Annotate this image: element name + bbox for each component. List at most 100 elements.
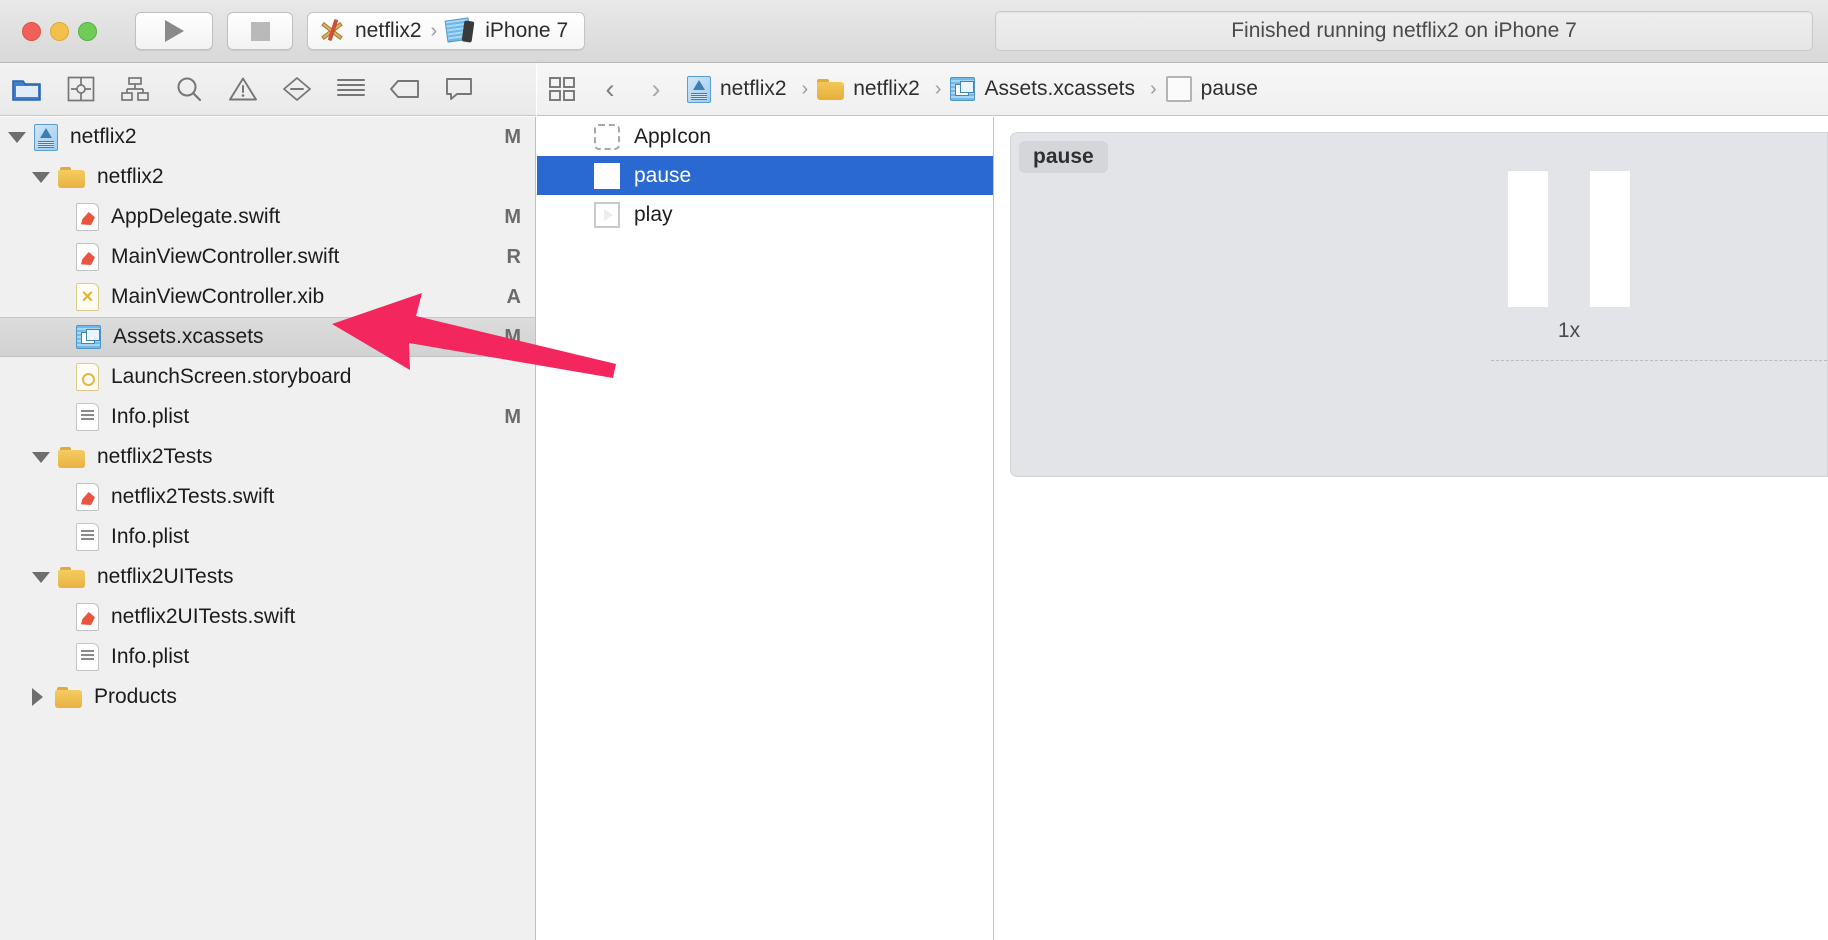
navigator-row-label: netflix2Tests: [97, 445, 213, 468]
forward-button[interactable]: ›: [633, 74, 679, 105]
scale-label-1x: 1x: [1557, 319, 1581, 342]
editor-jump-bar: ‹ › netflix2 › netflix2 › Assets.xcasset…: [537, 63, 1828, 116]
pause-image-set-icon: [594, 162, 620, 189]
xib-file-icon: [76, 283, 99, 311]
asset-editor: pause 1x: [995, 117, 1828, 940]
plist-file-icon: [76, 523, 99, 551]
navigator-row-label: MainViewController.swift: [111, 245, 340, 268]
asset-list-item-label: pause: [634, 163, 692, 187]
navigator-row-label: netflix2UITests.swift: [111, 605, 296, 628]
disclosure-triangle-icon[interactable]: [32, 571, 50, 583]
disclosure-triangle-icon[interactable]: [32, 688, 43, 706]
asset-list-item-pause[interactable]: pause: [537, 156, 993, 195]
navigator-row-netflix2uitests-group[interactable]: netflix2UITests: [0, 557, 535, 597]
navigator-row-label: Info.plist: [111, 525, 190, 548]
pause-bar-right: [1590, 171, 1630, 307]
navigator-row-label: MainViewController.xib: [111, 285, 325, 308]
navigator-row-appdelegate-swift[interactable]: AppDelegate.swift M: [0, 197, 535, 237]
project-navigator[interactable]: netflix2 M netflix2 AppDelegate.swift M …: [0, 117, 536, 940]
status-badge: M: [504, 205, 521, 228]
disclosure-triangle-icon[interactable]: [32, 451, 50, 463]
back-button[interactable]: ‹: [587, 74, 633, 105]
navigator-row-netflix2-group[interactable]: netflix2: [0, 157, 535, 197]
status-message: Finished running netflix2 on iPhone 7: [1231, 19, 1577, 42]
navigator-row-mainviewcontroller-swift[interactable]: MainViewController.swift R: [0, 237, 535, 277]
symbol-navigator-icon[interactable]: [108, 63, 162, 116]
storyboard-file-icon: [76, 363, 99, 391]
debug-navigator-icon[interactable]: [324, 63, 378, 116]
source-control-navigator-icon[interactable]: [54, 63, 108, 116]
swift-file-icon: [76, 483, 99, 511]
plist-file-icon: [76, 403, 99, 431]
asset-catalog-icon: [76, 325, 101, 349]
folder-icon: [58, 166, 85, 188]
xcode-project-icon: [687, 75, 711, 103]
run-button[interactable]: [135, 12, 213, 50]
navigator-row-label: LaunchScreen.storyboard: [111, 365, 352, 388]
status-badge: R: [506, 245, 521, 268]
asset-canvas[interactable]: pause 1x: [1010, 132, 1828, 477]
play-image-set-icon: [594, 201, 620, 228]
minimize-button[interactable]: [50, 21, 69, 41]
navigator-row-netflix2-project[interactable]: netflix2 M: [0, 117, 535, 157]
breakpoint-navigator-icon[interactable]: [378, 63, 432, 116]
disclosure-triangle-icon[interactable]: [8, 131, 26, 143]
asset-list-item-appicon[interactable]: AppIcon: [537, 117, 993, 156]
folder-icon: [817, 78, 845, 100]
xcode-project-icon: [34, 123, 58, 151]
related-items-icon[interactable]: [537, 76, 587, 102]
issue-navigator-icon[interactable]: [216, 63, 270, 116]
navigator-row-label: netflix2: [70, 125, 137, 148]
title-bar: netflix2 › iPhone 7 Finished running net…: [0, 0, 1828, 63]
report-navigator-icon[interactable]: [432, 63, 486, 116]
asset-list-item-play[interactable]: play: [537, 195, 993, 234]
pause-bar-left: [1508, 171, 1548, 307]
scheme-selector[interactable]: netflix2 › iPhone 7: [307, 12, 586, 50]
navigator-row-netflix2tests-group[interactable]: netflix2Tests: [0, 437, 535, 477]
navigator-row-info-plist-uitests[interactable]: Info.plist: [0, 637, 535, 677]
navigator-row-netflix2uitests-swift[interactable]: netflix2UITests.swift: [0, 597, 535, 637]
activity-status-bar: Finished running netflix2 on iPhone 7: [995, 11, 1813, 51]
navigator-row-label: AppDelegate.swift: [111, 205, 281, 228]
asset-list-item-label: play: [634, 202, 673, 226]
breadcrumb-separator: ›: [1150, 77, 1157, 100]
scheme-destination-label: iPhone 7: [485, 19, 569, 42]
breadcrumb-item-imageset[interactable]: pause: [1165, 76, 1264, 102]
xcode-project-icon: [320, 18, 346, 42]
traffic-lights: [22, 21, 97, 41]
status-badge: M: [504, 405, 521, 428]
asset-catalog-list[interactable]: AppIcon pause play: [537, 117, 994, 940]
folder-icon: [55, 686, 82, 708]
breadcrumb-item-group[interactable]: netflix2: [817, 77, 926, 101]
swift-file-icon: [76, 603, 99, 631]
breadcrumb-separator: ›: [801, 77, 809, 100]
navigator-row-label: netflix2: [97, 165, 164, 188]
canvas-divider: [1491, 360, 1827, 361]
breadcrumb-label: Assets.xcassets: [984, 77, 1135, 100]
navigator-row-info-plist-app[interactable]: Info.plist M: [0, 397, 535, 437]
navigator-row-label: Info.plist: [111, 645, 190, 668]
navigator-selector-bar: [0, 63, 536, 116]
breadcrumb-item-project[interactable]: netflix2: [687, 75, 793, 103]
project-navigator-icon[interactable]: [0, 63, 54, 116]
find-navigator-icon[interactable]: [162, 63, 216, 116]
play-icon: [164, 20, 184, 42]
navigator-row-info-plist-tests[interactable]: Info.plist: [0, 517, 535, 557]
navigator-row-label: Assets.xcassets: [113, 325, 264, 348]
navigator-row-label: netflix2Tests.swift: [111, 485, 275, 508]
device-icon: [444, 17, 476, 43]
navigator-row-products-group[interactable]: Products: [0, 677, 535, 717]
image-set-icon: [1165, 76, 1192, 102]
navigator-row-label: netflix2UITests: [97, 565, 234, 588]
stop-button[interactable]: [227, 12, 293, 50]
navigator-row-netflix2tests-swift[interactable]: netflix2Tests.swift: [0, 477, 535, 517]
zoom-button[interactable]: [78, 21, 97, 41]
pause-image-preview[interactable]: [1508, 171, 1630, 307]
test-navigator-icon[interactable]: [270, 63, 324, 116]
breadcrumb-item-catalog[interactable]: Assets.xcassets: [950, 77, 1141, 101]
disclosure-triangle-icon[interactable]: [32, 171, 50, 183]
close-button[interactable]: [22, 21, 41, 41]
status-badge: M: [504, 125, 521, 148]
breadcrumb-label: netflix2: [853, 77, 920, 100]
xcode-window: netflix2 › iPhone 7 Finished running net…: [0, 0, 1828, 940]
